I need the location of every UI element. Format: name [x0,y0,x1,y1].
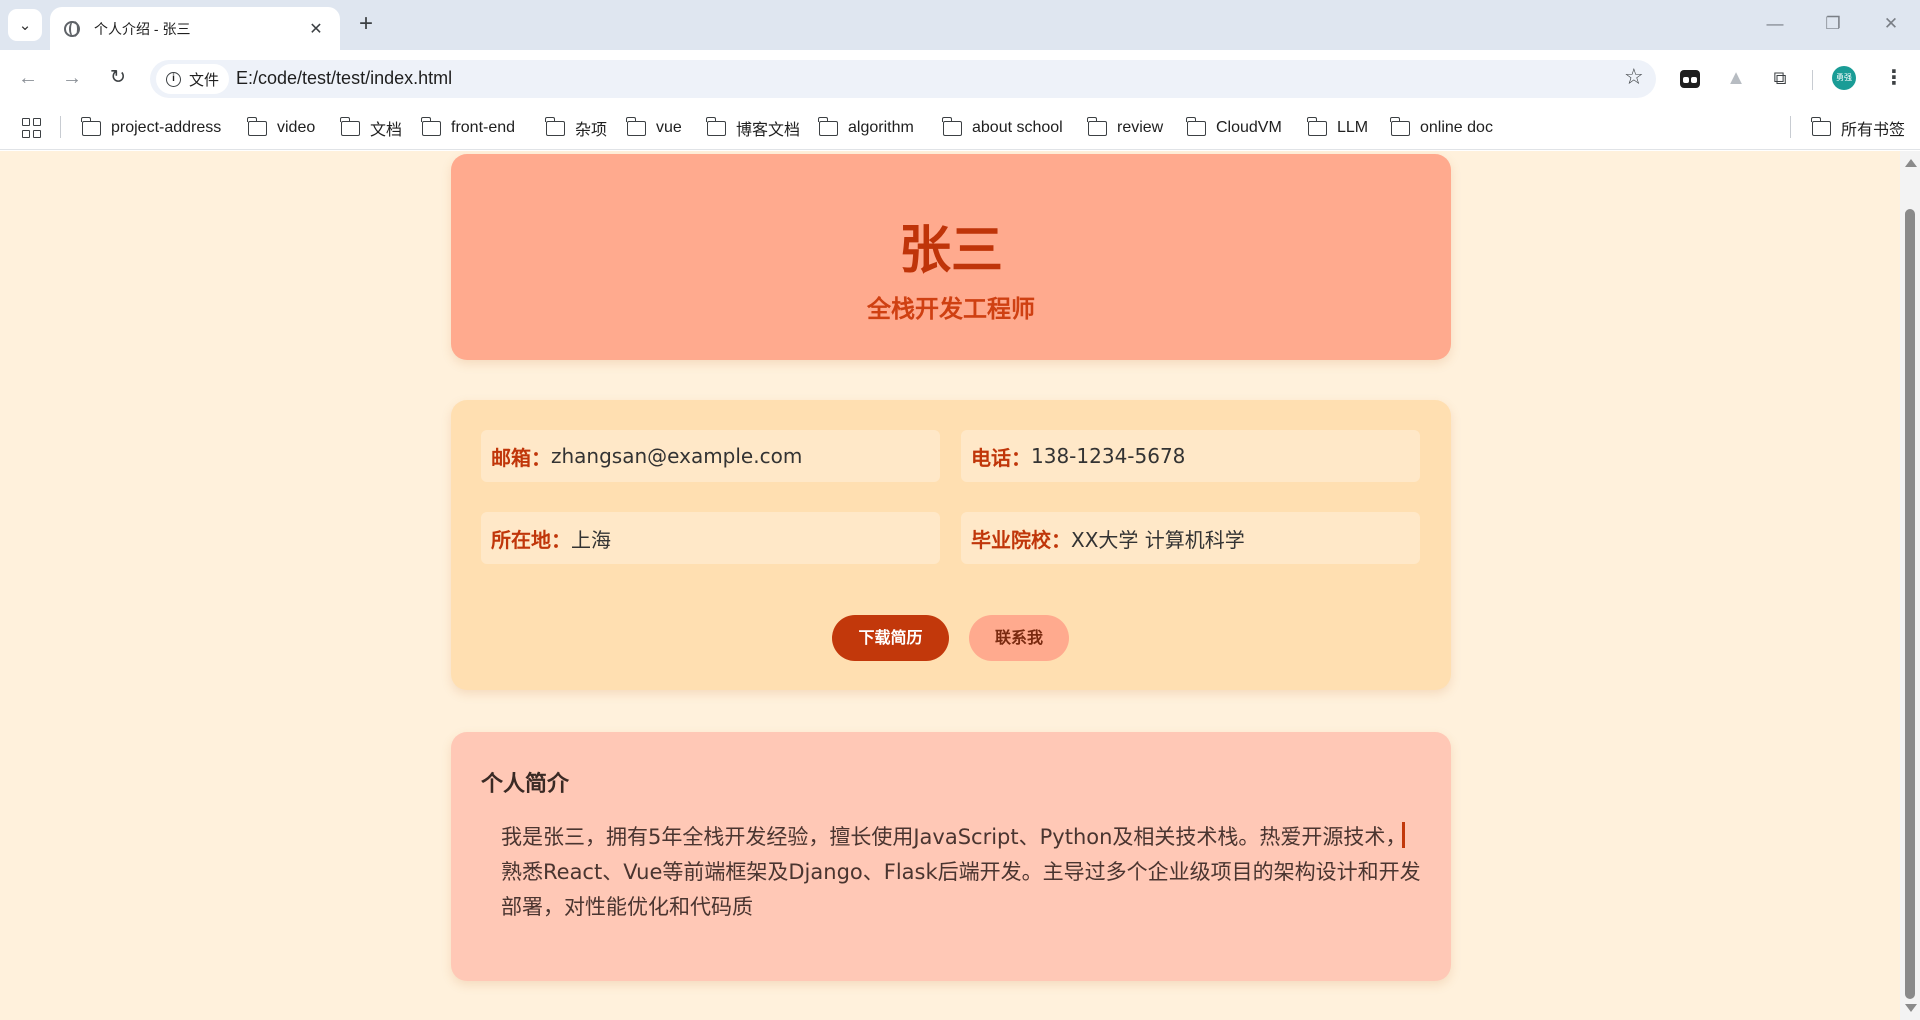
folder-icon [421,116,441,136]
folder-icon [626,116,646,136]
avatar[interactable]: 勇强 [1832,66,1856,90]
reload-icon[interactable]: ↻ [104,64,132,92]
tab-strip: ⌄ 个人介绍 - 张三 ✕ + — ❐ ✕ [0,0,1920,50]
vertical-scrollbar[interactable] [1900,151,1920,1020]
phone-item: 电话： 138-1234-5678 [961,430,1420,482]
bookmarks-bar: project-address video 文档 front-end 杂项 vu… [0,106,1920,150]
folder-icon [1811,116,1831,136]
school-label: 毕业院校： [971,527,1071,552]
bookmark-about-school[interactable]: about school [942,115,1063,141]
bookmark-label: project-address [111,119,222,136]
bookmark-label: about school [972,119,1063,136]
bookmark-vue[interactable]: vue [626,115,682,141]
header-card: 张三 全栈开发工程师 [451,154,1451,360]
close-icon[interactable]: ✕ [306,19,326,39]
about-heading: 个人简介 [481,772,570,797]
folder-icon [706,116,726,136]
typing-caret [1402,822,1405,848]
bookmark-label: CloudVM [1216,119,1282,136]
bookmark-label: 博客文档 [736,122,801,139]
folder-icon [1186,116,1206,136]
info-icon: i [166,71,181,87]
bookmark-label: video [277,119,316,136]
folder-icon [340,116,360,136]
folder-icon [545,116,565,136]
location-label: 所在地： [491,527,571,552]
folder-icon [818,116,838,136]
plus-icon[interactable]: + [352,10,380,38]
browser-toolbar: ← → ↻ i 文件 E:/code/test/test/index.html … [0,50,1920,106]
forward-arrow-icon[interactable]: → [58,64,86,92]
email-value: zhangsan@example.com [551,444,803,468]
puzzle-icon[interactable]: ⧉ [1766,64,1794,92]
bookmark-label: review [1117,119,1164,136]
address-bar[interactable]: i 文件 E:/code/test/test/index.html ☆ [150,60,1656,98]
folder-icon [942,116,962,136]
minimize-icon[interactable]: — [1750,10,1800,38]
tab-search-icon[interactable]: ⌄ [8,9,42,41]
school-item: 毕业院校： XX大学 计算机科学 [961,512,1420,564]
window-close-icon[interactable]: ✕ [1866,10,1916,38]
bookmark-blog-docs[interactable]: 博客文档 [706,115,801,141]
phone-label: 电话： [971,445,1031,470]
all-bookmarks[interactable]: 所有书签 [1811,115,1906,141]
bookmark-label: vue [656,119,682,136]
email-label: 邮箱： [491,445,551,470]
apps-grid-icon[interactable] [22,118,42,138]
bookmark-label: online doc [1420,119,1493,136]
bookmark-video[interactable]: video [247,115,316,141]
page-viewport: 张三 全栈开发工程师 邮箱： zhangsan@example.com 电话： … [0,151,1900,1020]
scroll-down-icon[interactable] [1905,1004,1917,1012]
bookmark-label: 所有书签 [1841,122,1906,139]
url-text[interactable]: E:/code/test/test/index.html [236,68,452,89]
toolbar-divider [1812,70,1813,90]
maximize-icon[interactable]: ❐ [1808,10,1858,38]
phone-value: 138-1234-5678 [1031,444,1186,468]
bookmark-label: 杂项 [575,122,608,139]
globe-icon [64,20,80,37]
menu-dots-icon[interactable]: ⋮ [1880,64,1908,92]
bookmark-algorithm[interactable]: algorithm [818,115,914,141]
bookmark-misc[interactable]: 杂项 [545,115,608,141]
folder-icon [1087,116,1107,136]
bookmark-review[interactable]: review [1087,115,1164,141]
bookmarks-divider [60,116,61,138]
download-resume-button[interactable]: 下载简历 [832,615,949,661]
tab-title: 个人介绍 - 张三 [94,20,191,37]
site-info-chip[interactable]: i 文件 [156,64,230,94]
bookmark-front-end[interactable]: front-end [421,115,516,141]
location-value: 上海 [571,527,611,552]
extension-icon[interactable]: ▲ [1722,64,1750,92]
bookmark-cloudvm[interactable]: CloudVM [1186,115,1282,141]
location-item: 所在地： 上海 [481,512,940,564]
about-card: 个人简介 我是张三，拥有5年全栈开发经验，擅长使用JavaScript、Pyth… [451,732,1451,981]
scroll-up-icon[interactable] [1905,159,1917,167]
bookmark-online-doc[interactable]: online doc [1390,115,1493,141]
browser-tab[interactable]: 个人介绍 - 张三 ✕ [50,7,340,50]
bookmark-llm[interactable]: LLM [1307,115,1369,141]
profile-name: 张三 [898,221,1003,281]
bookmark-label: algorithm [848,119,914,136]
email-item: 邮箱： zhangsan@example.com [481,430,940,482]
bookmarks-divider [1790,116,1791,138]
extension-icon[interactable] [1676,64,1704,92]
bookmark-label: LLM [1337,119,1369,136]
contact-info-card: 邮箱： zhangsan@example.com 电话： 138-1234-56… [451,400,1451,690]
folder-icon [1390,116,1410,136]
site-chip-label: 文件 [189,71,220,89]
scrollbar-thumb[interactable] [1905,209,1915,999]
folder-icon [1307,116,1327,136]
bookmark-docs[interactable]: 文档 [340,115,403,141]
about-text: 我是张三，拥有5年全栈开发经验，擅长使用JavaScript、Python及相关… [501,825,1421,919]
school-value: XX大学 计算机科学 [1071,527,1245,552]
bookmark-project-address[interactable]: project-address [81,115,222,141]
contact-me-button[interactable]: 联系我 [969,615,1069,661]
star-icon[interactable]: ☆ [1624,64,1644,90]
folder-icon [247,116,267,136]
job-title: 全栈开发工程师 [867,295,1035,323]
folder-icon [81,116,101,136]
back-arrow-icon[interactable]: ← [14,64,42,92]
bookmark-label: 文档 [370,122,403,139]
bookmark-label: front-end [451,119,516,136]
